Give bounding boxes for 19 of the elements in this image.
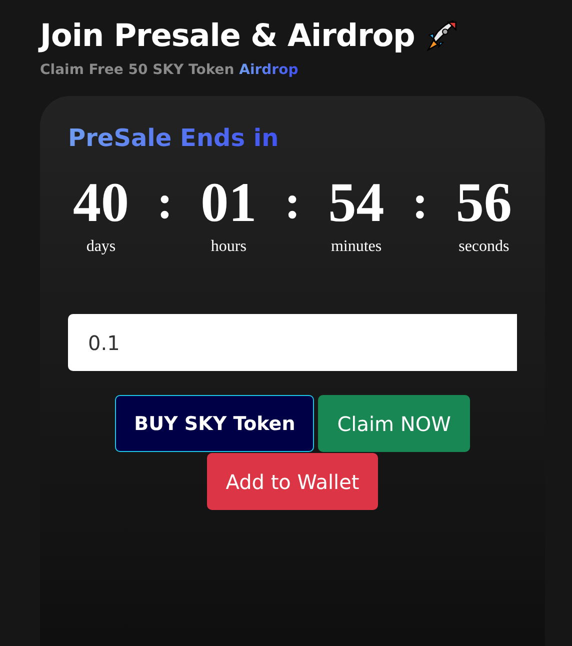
countdown-value: 40	[73, 172, 129, 234]
time-separator: :	[284, 175, 300, 231]
countdown-unit: days	[86, 238, 116, 256]
countdown-value: 01	[200, 172, 257, 234]
subtitle: Claim Free 50 SKY Token	[40, 62, 234, 78]
claim-button[interactable]: Claim NOW	[318, 395, 470, 452]
countdown-unit: minutes	[330, 238, 382, 256]
countdown-unit: seconds	[458, 238, 510, 256]
time-separator: :	[156, 175, 173, 231]
wallet-button[interactable]: Add to Wallet	[206, 453, 378, 510]
countdown-unit: hours	[210, 238, 246, 256]
page-title: Join Presale & Airdrop	[40, 18, 415, 54]
buy-button[interactable]: BUY SKY Token	[115, 395, 314, 452]
airdrop-link[interactable]: Airdrop	[239, 62, 298, 78]
countdown-value: 54	[328, 172, 384, 234]
rocket-icon	[424, 19, 459, 53]
time-separator: :	[412, 175, 428, 231]
countdown-value: 56	[456, 172, 512, 234]
amount-input[interactable]: 0.1	[68, 314, 517, 371]
